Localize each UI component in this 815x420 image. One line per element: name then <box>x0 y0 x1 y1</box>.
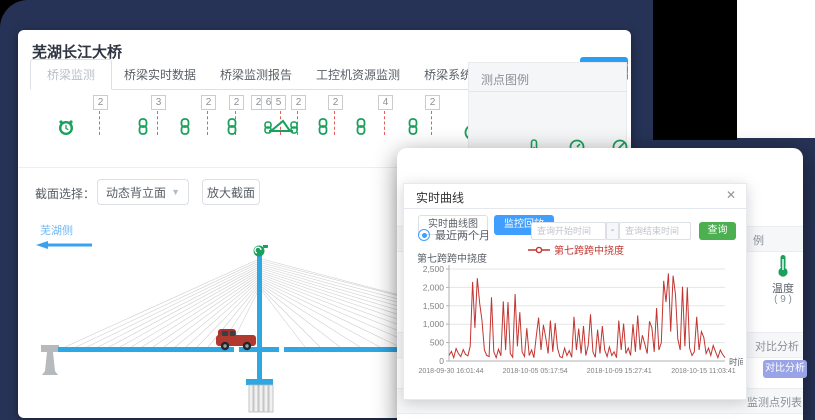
tower-top-sensor-icon[interactable] <box>254 245 269 257</box>
sensor-count-badge: 2 <box>425 95 440 110</box>
sensor-count-badge: 2 <box>328 95 343 110</box>
point-list-header-text: 监测点列表 <box>747 394 802 410</box>
chart-plot-area: 0 500 1,000 1,500 2,000 2,500 2018-09-30 16:01… <box>409 261 743 393</box>
bridge-sensor-icon[interactable] <box>263 117 299 140</box>
legend-header-fragment: 例 <box>753 232 764 248</box>
drop-line <box>99 111 100 135</box>
sensor-count-badge: 2 <box>291 95 306 110</box>
drop-line <box>207 111 208 135</box>
sensor-count-badge: 2 <box>93 95 108 110</box>
svg-text:1,000: 1,000 <box>423 319 445 329</box>
link-sensor-icon[interactable] <box>226 118 238 140</box>
section-select[interactable]: 动态背立面 ▼ <box>97 179 189 205</box>
tower-pier <box>246 352 273 412</box>
radio-label: 最近两个月 <box>435 227 490 243</box>
clock-sensor-icon <box>57 118 75 141</box>
svg-text:时间: 时间 <box>729 357 743 367</box>
date-range-radio-row: 最近两个月 <box>418 227 490 243</box>
svg-text:2018-10-05 05:17:54: 2018-10-05 05:17:54 <box>503 368 568 375</box>
sensor-count-badge: 4 <box>378 95 393 110</box>
link-sensor-icon[interactable] <box>317 118 329 140</box>
date-separator: - <box>606 222 619 240</box>
close-icon[interactable]: ✕ <box>726 188 736 202</box>
black-panel <box>653 0 737 140</box>
radio-selected[interactable] <box>418 229 430 241</box>
car <box>216 329 256 350</box>
sensor-count-badge: 2 <box>229 95 244 110</box>
compare-header-text: 对比分析 <box>755 338 799 354</box>
svg-text:2,000: 2,000 <box>423 282 445 292</box>
query-start-input[interactable] <box>531 222 606 240</box>
realtime-curve-modal: 实时曲线 ✕ 实时曲线图监控回放 最近两个月 - 查询 第七跨跨中挠度 第七跨跨… <box>403 183 747 400</box>
left-abutment <box>41 345 59 375</box>
section-select-label: 截面选择： <box>35 185 95 202</box>
modal-title: 实时曲线 <box>416 189 464 206</box>
chevron-down-icon: ▼ <box>171 187 180 197</box>
compare-analysis-button[interactable]: 对比分析 <box>763 360 807 378</box>
temperature-count: ( 9 ) <box>768 294 798 305</box>
sensor-count-badge: 5 <box>271 95 286 110</box>
link-sensor-icon[interactable] <box>179 118 191 140</box>
svg-text:2,500: 2,500 <box>423 264 445 274</box>
svg-text:1,500: 1,500 <box>423 301 445 311</box>
query-end-input[interactable] <box>619 222 691 240</box>
thermometer-icon[interactable] <box>771 254 795 283</box>
drop-line <box>157 111 158 135</box>
white-panel <box>737 0 815 138</box>
drop-line <box>334 111 335 135</box>
link-sensor-icon[interactable] <box>137 118 149 140</box>
svg-text:2018-10-09 15:27:41: 2018-10-09 15:27:41 <box>587 368 652 375</box>
svg-text:0: 0 <box>439 356 444 366</box>
sensor-count-badge: 2 <box>201 95 216 110</box>
legend-panel-divider <box>469 91 626 92</box>
screenshot-stage: 芜湖长江大桥 桥梁监测桥梁实时数据桥梁监测报告工控机资源监测桥梁系统报警 视频监… <box>0 0 815 420</box>
modal-header: 实时曲线 ✕ <box>404 184 746 209</box>
section-select-value: 动态背立面 <box>106 184 166 201</box>
link-sensor-icon[interactable] <box>407 118 419 140</box>
query-button[interactable]: 查询 <box>699 222 736 240</box>
drop-line <box>431 111 432 135</box>
enlarge-section-button[interactable]: 放大截面 <box>202 179 260 205</box>
drop-line <box>384 111 385 135</box>
legend-panel-title: 测点图例 <box>481 71 529 88</box>
deflection-chart: 第七跨跨中挠度 05001,0001,5002,0002,5002018-09-… <box>409 250 743 396</box>
sensor-count-badge: 3 <box>151 95 166 110</box>
svg-text:2018-10-15 11:03:41: 2018-10-15 11:03:41 <box>671 368 736 375</box>
link-sensor-icon[interactable] <box>355 118 367 140</box>
svg-text:2018-09-30 16:01:44: 2018-09-30 16:01:44 <box>419 368 484 375</box>
svg-text:500: 500 <box>430 338 444 348</box>
